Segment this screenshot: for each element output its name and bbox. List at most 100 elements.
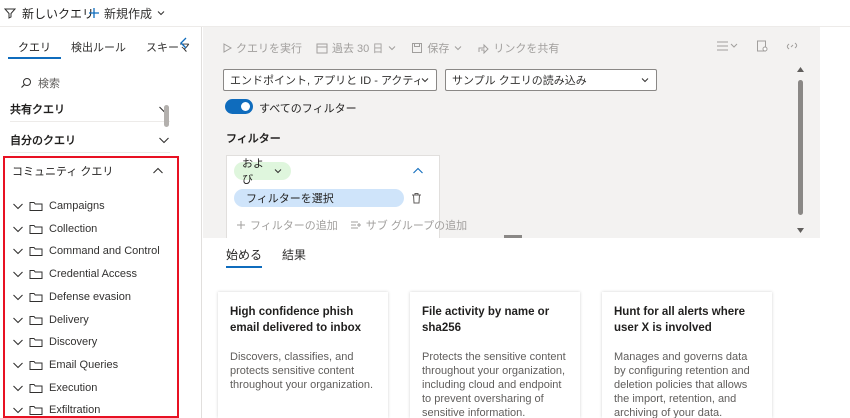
search-box[interactable]: 検索 bbox=[20, 75, 60, 91]
all-filters-toggle[interactable] bbox=[225, 99, 253, 114]
sample-query-dropdown[interactable]: サンプル クエリの読み込み bbox=[445, 69, 657, 91]
resize-handle[interactable] bbox=[504, 235, 522, 238]
community-query-folder[interactable]: Campaigns bbox=[12, 195, 105, 217]
section-shared-queries[interactable]: 共有クエリ bbox=[10, 96, 170, 122]
card-description: Protects the sensitive content throughou… bbox=[422, 351, 566, 418]
search-icon bbox=[20, 77, 32, 89]
folder-label: Command and Control bbox=[49, 245, 160, 258]
run-query-label: クエリを実行 bbox=[236, 43, 302, 55]
community-query-folder[interactable]: Delivery bbox=[12, 309, 89, 331]
left-scrollbar[interactable] bbox=[164, 105, 169, 127]
share-icon bbox=[477, 42, 490, 54]
section-community-queries[interactable]: コミュニティ クエリ bbox=[12, 158, 164, 184]
and-operator-dropdown[interactable]: および bbox=[234, 158, 291, 186]
chevron-down-icon bbox=[12, 268, 26, 280]
collapse-panel-icon[interactable] bbox=[176, 35, 192, 51]
chevron-up-icon[interactable] bbox=[412, 165, 424, 177]
add-subgroup-label: サブ グループの追加 bbox=[365, 220, 468, 232]
folder-icon bbox=[29, 404, 43, 416]
card-description: Discovers, classifies, and protects sens… bbox=[230, 351, 374, 391]
chevron-down-icon bbox=[156, 8, 166, 18]
sample-query-card[interactable]: High confidence phish email delivered to… bbox=[218, 292, 388, 418]
trash-icon[interactable] bbox=[411, 192, 422, 204]
folder-icon bbox=[29, 200, 43, 212]
card-description: Manages and governs data by configuring … bbox=[614, 351, 750, 418]
folder-label: Email Queries bbox=[49, 358, 119, 371]
and-label: および bbox=[242, 158, 264, 186]
time-range-dropdown[interactable]: 過去 30 日 bbox=[316, 40, 397, 56]
select-filter-pill[interactable]: フィルターを選択 bbox=[234, 189, 404, 207]
chevron-down-icon bbox=[420, 75, 430, 85]
save-button[interactable]: 保存 bbox=[411, 40, 463, 56]
folder-icon bbox=[29, 314, 43, 326]
add-filter-row: フィルターの追加 サブ グループの追加 bbox=[236, 217, 467, 233]
data-source-value: エンドポイント, アプリと ID - アクティビティログ,... bbox=[230, 75, 420, 87]
chevron-down-icon bbox=[640, 75, 650, 85]
tab-results[interactable]: 結果 bbox=[282, 246, 306, 268]
left-panel-tabs: クエリ 検出ルール スキーマ bbox=[8, 41, 200, 59]
list-view-icon[interactable] bbox=[716, 40, 738, 52]
section-label: コミュニティ クエリ bbox=[12, 166, 114, 178]
chevron-down-icon bbox=[158, 134, 170, 146]
card-title: High confidence phish email delivered to… bbox=[230, 306, 362, 334]
share-label: リンクを共有 bbox=[493, 43, 560, 55]
share-link-button[interactable]: リンクを共有 bbox=[477, 40, 559, 56]
community-query-folder[interactable]: Exfiltration bbox=[12, 399, 100, 418]
chevron-down-icon bbox=[12, 382, 26, 394]
folder-icon bbox=[29, 291, 43, 303]
scroll-up-icon[interactable] bbox=[797, 67, 804, 72]
add-filter-button[interactable]: フィルターの追加 bbox=[236, 217, 338, 233]
folder-label: Campaigns bbox=[49, 200, 105, 212]
sample-query-value: サンプル クエリの読み込み bbox=[452, 75, 587, 87]
document-settings-icon[interactable] bbox=[756, 40, 768, 52]
folder-icon bbox=[29, 359, 43, 371]
community-query-folder[interactable]: Credential Access bbox=[12, 263, 137, 285]
scroll-down-icon[interactable] bbox=[797, 228, 804, 233]
query-filter-icon bbox=[4, 7, 16, 19]
folder-label: Collection bbox=[49, 222, 98, 235]
save-label: 保存 bbox=[427, 43, 450, 55]
tab-queries[interactable]: クエリ bbox=[8, 41, 61, 59]
run-query-button[interactable]: クエリを実行 bbox=[222, 40, 302, 56]
community-query-folder[interactable]: Execution bbox=[12, 377, 97, 399]
sample-query-card[interactable]: Hunt for all alerts where user X is invo… bbox=[602, 292, 772, 418]
chevron-down-icon bbox=[12, 314, 26, 326]
community-query-folder[interactable]: Command and Control bbox=[12, 240, 160, 262]
query-tab[interactable]: 新しいクエリ bbox=[4, 5, 94, 21]
query-tab-label: 新しいクエリ bbox=[22, 6, 95, 21]
folder-icon bbox=[29, 268, 43, 280]
section-my-queries[interactable]: 自分のクエリ bbox=[10, 127, 170, 153]
all-filters-label: すべてのフィルター bbox=[259, 103, 357, 115]
new-button[interactable]: 新規作成 bbox=[88, 5, 166, 21]
save-icon bbox=[411, 42, 423, 54]
folder-label: Execution bbox=[49, 381, 98, 394]
community-query-folder[interactable]: Email Queries bbox=[12, 354, 118, 376]
folder-label: Discovery bbox=[49, 336, 98, 349]
editor-scrollbar[interactable] bbox=[798, 80, 803, 215]
chevron-up-icon bbox=[152, 165, 164, 177]
select-filter-label: フィルターを選択 bbox=[246, 193, 334, 205]
card-title: Hunt for all alerts where user X is invo… bbox=[614, 306, 746, 334]
chevron-down-icon bbox=[12, 336, 26, 348]
data-source-dropdown[interactable]: エンドポイント, アプリと ID - アクティビティログ,... bbox=[223, 69, 437, 91]
folder-label: Defense evasion bbox=[49, 290, 131, 303]
folder-icon bbox=[29, 223, 43, 235]
community-query-folder[interactable]: Collection bbox=[12, 218, 97, 240]
add-filter-label: フィルターの追加 bbox=[250, 220, 338, 232]
chevron-down-icon bbox=[453, 43, 463, 53]
chevron-down-icon bbox=[12, 404, 26, 416]
tab-detection-rules[interactable]: 検出ルール bbox=[61, 41, 136, 59]
link-icon[interactable] bbox=[786, 40, 798, 52]
section-label: 共有クエリ bbox=[10, 103, 65, 116]
add-subgroup-button[interactable]: サブ グループの追加 bbox=[350, 217, 467, 233]
folder-icon bbox=[29, 336, 43, 348]
community-query-folder[interactable]: Defense evasion bbox=[12, 286, 131, 308]
toolbar-right bbox=[716, 40, 798, 52]
time-range-label: 過去 30 日 bbox=[332, 43, 384, 55]
play-icon bbox=[222, 43, 232, 53]
chevron-down-icon bbox=[387, 43, 397, 53]
calendar-icon bbox=[316, 42, 328, 54]
sample-query-card[interactable]: File activity by name or sha256 Protects… bbox=[410, 292, 580, 418]
community-query-folder[interactable]: Discovery bbox=[12, 331, 97, 353]
tab-get-started[interactable]: 始める bbox=[226, 246, 263, 268]
